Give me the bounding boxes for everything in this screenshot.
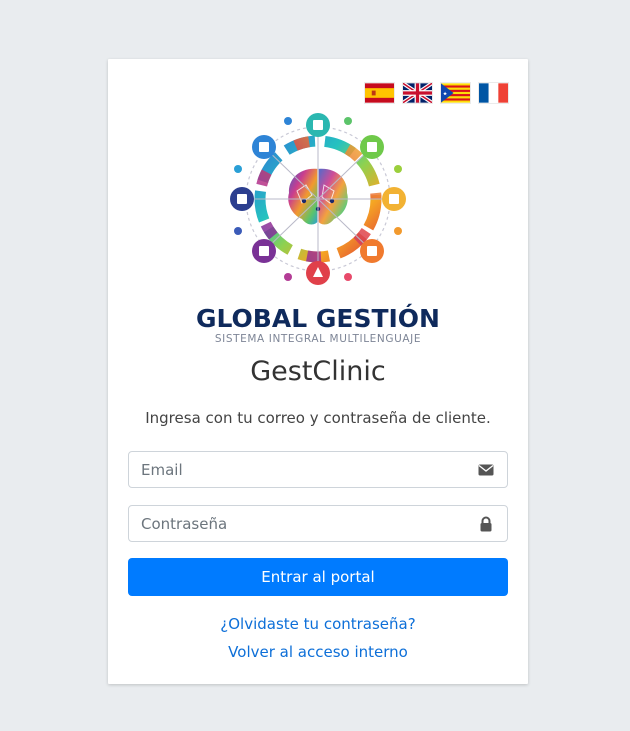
login-card: GLOBAL GESTIÓN SISTEMA INTEGRAL MULTILEN… xyxy=(108,59,528,684)
language-selector xyxy=(365,83,508,103)
envelope-icon xyxy=(478,464,494,476)
lock-icon xyxy=(480,516,492,532)
catalonia-flag-icon[interactable] xyxy=(441,83,470,103)
email-field xyxy=(128,451,508,488)
logo-brand-text: GLOBAL GESTIÓN xyxy=(196,303,440,333)
spain-flag-icon[interactable] xyxy=(365,83,394,103)
uk-flag-icon[interactable] xyxy=(403,83,432,103)
app-title: GestClinic xyxy=(250,356,386,387)
forgot-password-link[interactable]: ¿Olvidaste tu contraseña? xyxy=(108,615,528,633)
password-field xyxy=(128,505,508,542)
password-input[interactable] xyxy=(129,506,461,541)
france-flag-icon[interactable] xyxy=(479,83,508,103)
global-gestion-logo: GLOBAL GESTIÓN SISTEMA INTEGRAL MULTILEN… xyxy=(192,111,444,347)
internal-access-link[interactable]: Volver al acceso interno xyxy=(108,643,528,661)
email-input[interactable] xyxy=(129,452,461,487)
login-instructions: Ingresa con tu correo y contraseña de cl… xyxy=(145,409,491,427)
logo-tagline-text: SISTEMA INTEGRAL MULTILENGUAJE xyxy=(215,333,421,345)
login-submit-button[interactable]: Entrar al portal xyxy=(128,558,508,596)
